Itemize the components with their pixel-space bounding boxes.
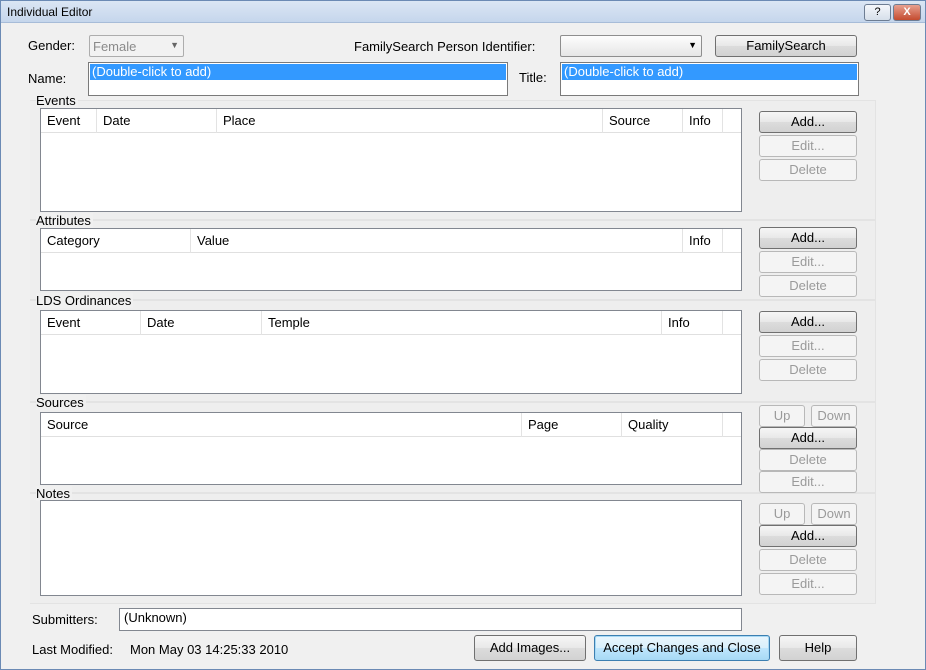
column-header[interactable]: Place bbox=[217, 109, 603, 133]
notes-list[interactable] bbox=[40, 500, 742, 596]
column-header[interactable]: Info bbox=[683, 109, 723, 133]
events-edit-button[interactable]: Edit... bbox=[759, 135, 857, 157]
notes-up-button[interactable]: Up bbox=[759, 503, 805, 525]
add-images-button[interactable]: Add Images... bbox=[474, 635, 586, 661]
column-header[interactable]: Info bbox=[683, 229, 723, 253]
notes-edit-button[interactable]: Edit... bbox=[759, 573, 857, 595]
help-title-button[interactable]: ? bbox=[864, 4, 891, 21]
column-header[interactable]: Date bbox=[97, 109, 217, 133]
last-modified-label: Last Modified: bbox=[32, 642, 113, 657]
column-header[interactable]: Category bbox=[41, 229, 191, 253]
notes-add-button[interactable]: Add... bbox=[759, 525, 857, 547]
column-header[interactable]: Event bbox=[41, 311, 141, 335]
familysearch-id-select[interactable]: ▼ bbox=[560, 35, 702, 57]
column-header[interactable]: Date bbox=[141, 311, 262, 335]
last-modified-value: Mon May 03 14:25:33 2010 bbox=[130, 642, 289, 657]
sources-header: Source Page Quality bbox=[41, 413, 741, 437]
title-field[interactable]: (Double-click to add) bbox=[560, 62, 859, 96]
attributes-delete-button[interactable]: Delete bbox=[759, 275, 857, 297]
lds-header: Event Date Temple Info bbox=[41, 311, 741, 335]
gender-select[interactable]: Female ▼ bbox=[89, 35, 184, 57]
gender-label: Gender: bbox=[28, 38, 75, 53]
sources-delete-button[interactable]: Delete bbox=[759, 449, 857, 471]
attributes-title: Attributes bbox=[36, 213, 93, 228]
title-label: Title: bbox=[519, 70, 547, 85]
events-add-button[interactable]: Add... bbox=[759, 111, 857, 133]
column-header[interactable]: Value bbox=[191, 229, 683, 253]
sources-edit-button[interactable]: Edit... bbox=[759, 471, 857, 493]
name-label: Name: bbox=[28, 71, 67, 86]
notes-delete-button[interactable]: Delete bbox=[759, 549, 857, 571]
gender-value: Female bbox=[93, 39, 137, 54]
lds-title: LDS Ordinances bbox=[36, 293, 134, 308]
lds-add-button[interactable]: Add... bbox=[759, 311, 857, 333]
events-title: Events bbox=[36, 93, 78, 108]
lds-edit-button[interactable]: Edit... bbox=[759, 335, 857, 357]
column-header[interactable]: Temple bbox=[262, 311, 662, 335]
column-header[interactable]: Source bbox=[603, 109, 683, 133]
sources-list[interactable]: Source Page Quality bbox=[40, 412, 742, 485]
familysearch-button[interactable]: FamilySearch bbox=[715, 35, 857, 57]
accept-changes-button[interactable]: Accept Changes and Close bbox=[594, 635, 770, 661]
sources-title: Sources bbox=[36, 395, 86, 410]
close-button[interactable]: X bbox=[893, 4, 921, 21]
chevron-down-icon: ▼ bbox=[688, 40, 697, 50]
lds-list[interactable]: Event Date Temple Info bbox=[40, 310, 742, 394]
help-button[interactable]: Help bbox=[779, 635, 857, 661]
title-placeholder: (Double-click to add) bbox=[562, 64, 857, 80]
sources-up-button[interactable]: Up bbox=[759, 405, 805, 427]
notes-down-button[interactable]: Down bbox=[811, 503, 857, 525]
column-header[interactable]: Event bbox=[41, 109, 97, 133]
window-title: Individual Editor bbox=[7, 5, 93, 19]
attributes-list[interactable]: Category Value Info bbox=[40, 228, 742, 291]
attributes-edit-button[interactable]: Edit... bbox=[759, 251, 857, 273]
attributes-header: Category Value Info bbox=[41, 229, 741, 253]
column-header[interactable]: Info bbox=[662, 311, 723, 335]
column-header[interactable]: Quality bbox=[622, 413, 723, 437]
familysearch-id-label: FamilySearch Person Identifier: bbox=[354, 39, 536, 54]
sources-down-button[interactable]: Down bbox=[811, 405, 857, 427]
column-header[interactable]: Source bbox=[41, 413, 522, 437]
lds-delete-button[interactable]: Delete bbox=[759, 359, 857, 381]
column-header[interactable]: Page bbox=[522, 413, 622, 437]
individual-editor-window: Individual Editor ? X Gender: Female ▼ F… bbox=[0, 0, 926, 670]
events-delete-button[interactable]: Delete bbox=[759, 159, 857, 181]
submitters-field[interactable]: (Unknown) bbox=[119, 608, 742, 631]
sources-add-button[interactable]: Add... bbox=[759, 427, 857, 449]
events-header: Event Date Place Source Info bbox=[41, 109, 741, 133]
title-bar[interactable]: Individual Editor ? X bbox=[1, 1, 925, 23]
attributes-add-button[interactable]: Add... bbox=[759, 227, 857, 249]
submitters-value: (Unknown) bbox=[124, 610, 187, 625]
events-list[interactable]: Event Date Place Source Info bbox=[40, 108, 742, 212]
name-field[interactable]: (Double-click to add) bbox=[88, 62, 508, 96]
notes-title: Notes bbox=[36, 486, 72, 501]
submitters-label: Submitters: bbox=[32, 612, 98, 627]
chevron-down-icon: ▼ bbox=[170, 40, 179, 50]
name-placeholder: (Double-click to add) bbox=[90, 64, 506, 80]
